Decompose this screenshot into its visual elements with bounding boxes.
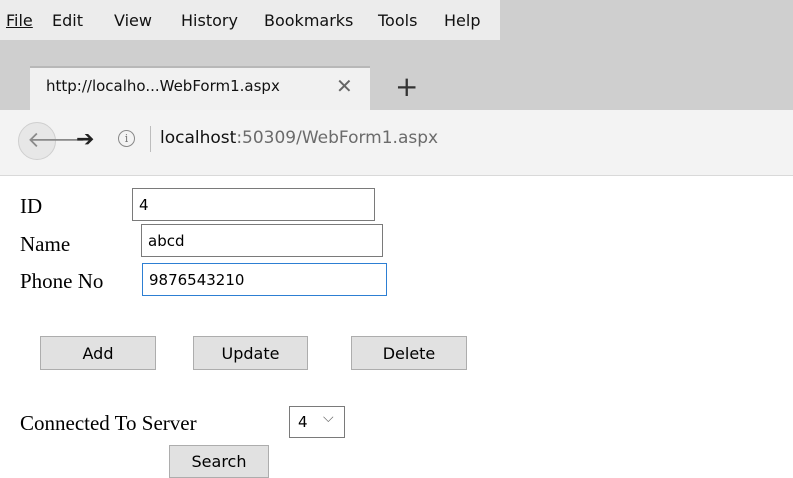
url-separator [150, 126, 151, 152]
close-icon[interactable]: ✕ [336, 74, 353, 98]
menu-history[interactable]: History [181, 11, 238, 31]
menu-edit[interactable]: Edit [52, 11, 83, 31]
delete-button[interactable]: Delete [351, 336, 467, 370]
menu-view[interactable]: View [114, 11, 152, 31]
server-select-value: 4 [298, 413, 308, 431]
server-select[interactable]: 4 ⌵ [289, 406, 345, 438]
id-label: ID [20, 194, 43, 218]
url-path: :50309/WebForm1.aspx [236, 128, 439, 148]
menu-tools-label: Tools [378, 11, 418, 30]
menu-bookmarks[interactable]: Bookmarks [264, 11, 353, 31]
chevron-down-icon: ⌵ [323, 410, 334, 426]
forward-arrow-icon[interactable]: ➔ [76, 128, 94, 152]
tab-title: http://localho...WebForm1.aspx [46, 77, 280, 95]
update-button[interactable]: Update [193, 336, 308, 370]
menu-help-label: Help [444, 11, 481, 30]
id-field[interactable] [132, 188, 375, 221]
menu-help[interactable]: Help [444, 11, 480, 31]
menu-bar: File Edit View History Bookmarks Tools H… [0, 0, 500, 40]
plus-icon[interactable]: + [395, 70, 418, 104]
menu-file-label: File [6, 11, 33, 30]
info-icon[interactable]: i [118, 130, 135, 147]
menu-view-label: View [114, 11, 152, 30]
menu-bookmarks-label: Bookmarks [264, 11, 354, 30]
url-host: localhost [160, 128, 237, 148]
menu-file[interactable]: File [6, 11, 33, 31]
name-field[interactable] [141, 224, 383, 257]
back-button[interactable]: 🡐 [18, 122, 86, 160]
phone-field[interactable] [142, 263, 387, 296]
address-bar[interactable]: localhost:50309/WebForm1.aspx [160, 127, 438, 149]
add-button[interactable]: Add [40, 336, 156, 370]
menu-history-label: History [181, 11, 238, 30]
navigation-bar: 🡐 ➔ i localhost:50309/WebForm1.aspx [0, 110, 793, 176]
search-button[interactable]: Search [169, 445, 269, 478]
name-label: Name [20, 232, 71, 256]
browser-tab[interactable]: http://localho...WebForm1.aspx ✕ [30, 66, 370, 110]
menu-tools[interactable]: Tools [378, 11, 417, 31]
window-titlebar-area [500, 0, 793, 110]
menu-edit-label: Edit [52, 11, 83, 30]
server-label: Connected To Server [20, 411, 197, 435]
phone-label: Phone No [20, 269, 104, 293]
